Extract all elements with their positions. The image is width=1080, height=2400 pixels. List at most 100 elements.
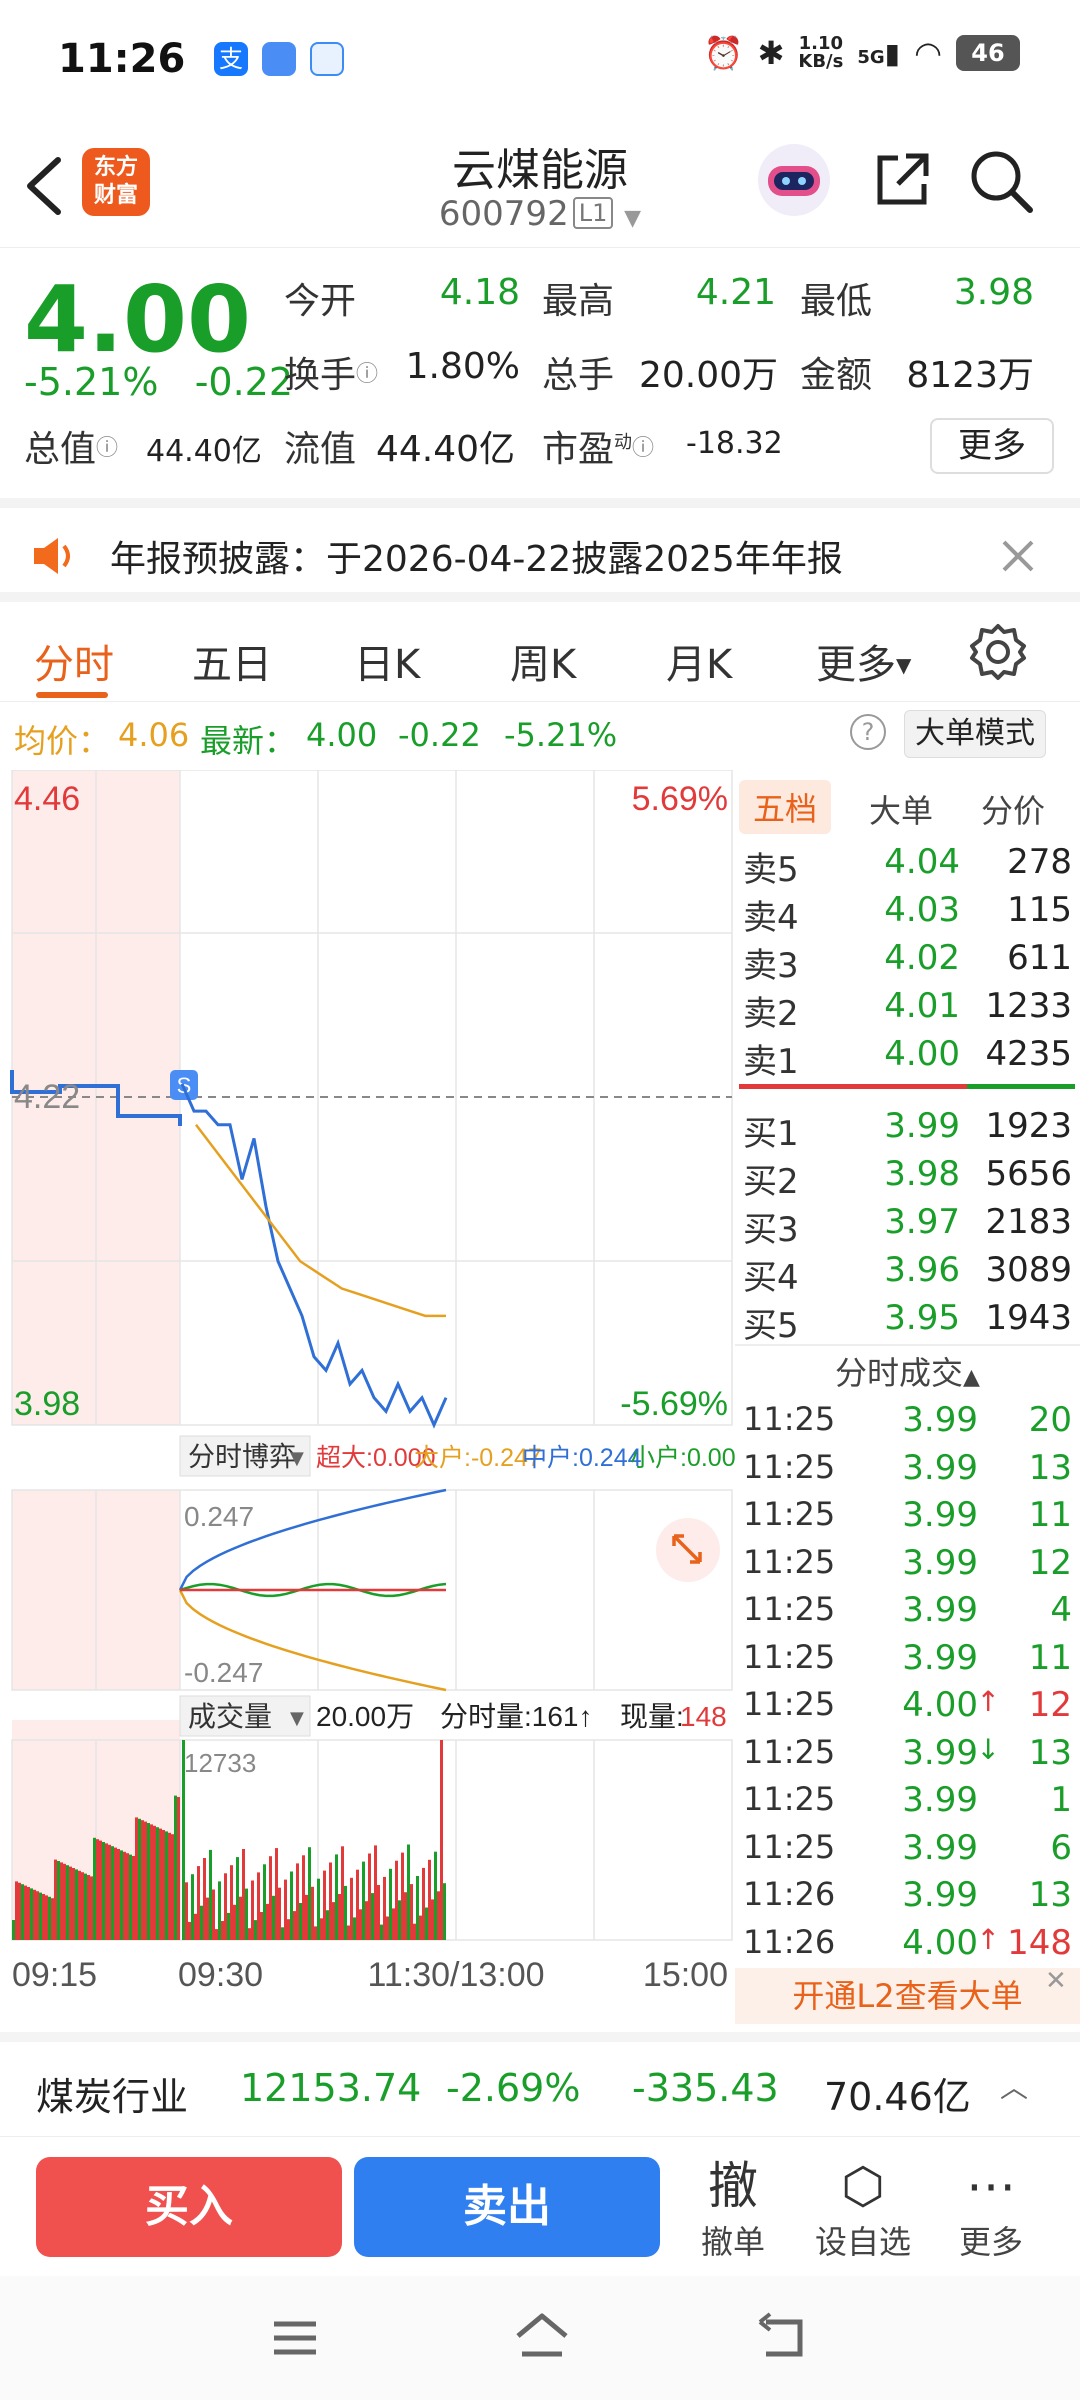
chart-tabs: 分时 五日 日K 周K 月K 更多▼ xyxy=(0,602,1080,702)
level-price: 3.99 xyxy=(902,1400,978,1440)
tab-weekly-k[interactable]: 周K xyxy=(510,632,576,690)
dropdown-icon: ▼ xyxy=(290,1708,304,1729)
volume-bar xyxy=(275,1848,278,1940)
volume-bar xyxy=(374,1845,377,1940)
industry-bar[interactable]: 煤炭行业 12153.74 -2.69% -335.43 70.46亿 ︿ xyxy=(0,2032,1080,2136)
tick-time: 11:25 xyxy=(743,1637,836,1676)
volume-bar xyxy=(57,1861,60,1940)
volume-bar xyxy=(422,1867,425,1940)
info-icon: ⓘ xyxy=(632,436,655,461)
add-watchlist-button[interactable]: ⬡ 设自选 xyxy=(808,2155,918,2263)
settings-gear-icon[interactable] xyxy=(968,622,1028,682)
dropdown-icon: ▼ xyxy=(290,1448,304,1469)
volume-bar xyxy=(413,1923,416,1940)
volume-bar xyxy=(197,1866,200,1940)
level-price: 3.99 xyxy=(902,1732,978,1773)
arrow-down-icon: ↓ xyxy=(976,1732,1000,1766)
menu-icon[interactable] xyxy=(270,2316,320,2360)
volume-bar xyxy=(317,1878,320,1940)
level-price: 4.03 xyxy=(884,890,960,930)
buy-button[interactable]: 买入 xyxy=(36,2157,342,2257)
volume-bar xyxy=(431,1899,434,1940)
volume-bar xyxy=(419,1915,422,1940)
amount-value: 8123万 xyxy=(906,355,1034,396)
volume-bar xyxy=(177,1797,180,1940)
volume-bar xyxy=(15,1881,18,1940)
pe-label[interactable]: 市盈动ⓘ xyxy=(542,420,654,472)
more-button[interactable]: ⋯ 更多 xyxy=(936,2155,1046,2263)
level-price: 4.02 xyxy=(884,938,960,978)
home-icon[interactable] xyxy=(512,2310,572,2362)
tick-volume: 13 xyxy=(1028,1732,1072,1773)
axis-top-price: 4.46 xyxy=(14,780,80,818)
volume-bar xyxy=(263,1864,266,1940)
volume-bar xyxy=(24,1885,27,1940)
tab-daily-k[interactable]: 日K xyxy=(354,632,420,690)
tab-five-levels[interactable]: 五档 xyxy=(739,780,832,834)
l2-upgrade-banner[interactable]: 开通L2查看大单 xyxy=(735,1968,1080,2024)
volume-bar xyxy=(335,1854,338,1940)
tick-volume: 6 xyxy=(1050,1827,1072,1868)
level-price: 3.99 xyxy=(902,1780,978,1820)
volume-bar xyxy=(27,1887,30,1940)
volume-bar xyxy=(308,1847,311,1940)
chevron-up-icon[interactable]: ︿ xyxy=(1000,2066,1028,2106)
tick-time: 11:25 xyxy=(743,1685,836,1723)
volume-bar xyxy=(108,1844,111,1940)
volume-bar xyxy=(251,1880,254,1940)
volume-bar xyxy=(266,1903,269,1940)
big-order-mode-button[interactable]: 大单模式 xyxy=(904,710,1046,758)
tab-price-dist[interactable]: 分价 xyxy=(981,786,1045,832)
float-value: 44.40亿 xyxy=(376,429,516,470)
bid-level-row: 买5 3.95 1943 xyxy=(735,1298,1080,1346)
chart-canvas[interactable]: S 4.46 4.22 3.98 5.69% -5.69% 分时博弈 ▼ 超大:… xyxy=(0,769,750,2030)
tick-volume: 12 xyxy=(1028,1542,1072,1583)
cancel-order-button[interactable]: 撤 撤单 xyxy=(678,2155,788,2263)
tab-intraday[interactable]: 分时 xyxy=(34,632,114,690)
volume-bar xyxy=(371,1893,374,1940)
level-price: 3.96 xyxy=(884,1250,960,1290)
volume-bar xyxy=(117,1849,120,1940)
tab-monthly-k[interactable]: 月K xyxy=(666,632,732,690)
volume-bar xyxy=(141,1820,144,1940)
ask-bid-divider-red xyxy=(739,1084,967,1089)
intraday-chart[interactable]: S 4.46 4.22 3.98 5.69% -5.69% 分时博弈 ▼ 超大:… xyxy=(0,769,750,2030)
level-volume: 611 xyxy=(1007,938,1072,978)
back-nav-icon[interactable] xyxy=(756,2312,808,2362)
close-icon[interactable] xyxy=(1000,538,1036,574)
search-icon[interactable] xyxy=(966,146,1036,216)
tab-more[interactable]: 更多▼ xyxy=(816,632,911,690)
tick-row: 11:25 3.99 ↓ 13 xyxy=(735,1733,1080,1781)
bid-level-row: 买2 3.98 5656 xyxy=(735,1154,1080,1202)
share-icon[interactable] xyxy=(870,148,934,212)
ai-robot-icon[interactable] xyxy=(756,142,832,218)
pe-value: -18.32 xyxy=(686,426,783,461)
ask-level-row: 卖3 4.02 611 xyxy=(735,938,1080,986)
mktcap-label[interactable]: 总值ⓘ xyxy=(24,420,118,472)
level-price: 3.99 xyxy=(902,1590,978,1630)
dropdown-icon: ▼ xyxy=(624,206,642,231)
close-icon[interactable]: ✕ xyxy=(1045,1966,1067,1996)
wifi-icon: ◠ xyxy=(914,34,942,72)
volume-bar xyxy=(111,1846,114,1940)
volume-bar xyxy=(63,1863,66,1940)
level-price: 4.01 xyxy=(884,986,960,1026)
sell-button[interactable]: 卖出 xyxy=(354,2157,660,2257)
volume-bar xyxy=(410,1884,413,1940)
level-price: 4.00 xyxy=(902,1922,978,1963)
volume-bar xyxy=(153,1825,156,1940)
volume-bar xyxy=(278,1887,281,1940)
arrow-up-icon: ↑ xyxy=(976,1685,1000,1718)
dropdown-icon: ▼ xyxy=(896,653,912,677)
tick-time: 11:25 xyxy=(743,1780,836,1818)
tab-five-day[interactable]: 五日 xyxy=(192,632,272,690)
help-icon[interactable]: ? xyxy=(850,714,886,750)
volume-bar xyxy=(437,1891,440,1940)
tab-big-orders[interactable]: 大单 xyxy=(869,786,933,832)
more-quote-button[interactable]: 更多 xyxy=(930,418,1054,474)
volume-bar xyxy=(329,1862,332,1940)
ticks-header[interactable]: 分时成交▲ xyxy=(735,1348,1080,1394)
status-bar: 11:26 支 ⏰ ✱ 1.10 KB/s 5G▮ ◠ 46 xyxy=(0,0,1080,118)
turnover-label[interactable]: 换手ⓘ xyxy=(284,346,378,398)
notice-banner[interactable]: 年报预披露：于2026-04-22披露2025年年报 xyxy=(0,498,1080,602)
